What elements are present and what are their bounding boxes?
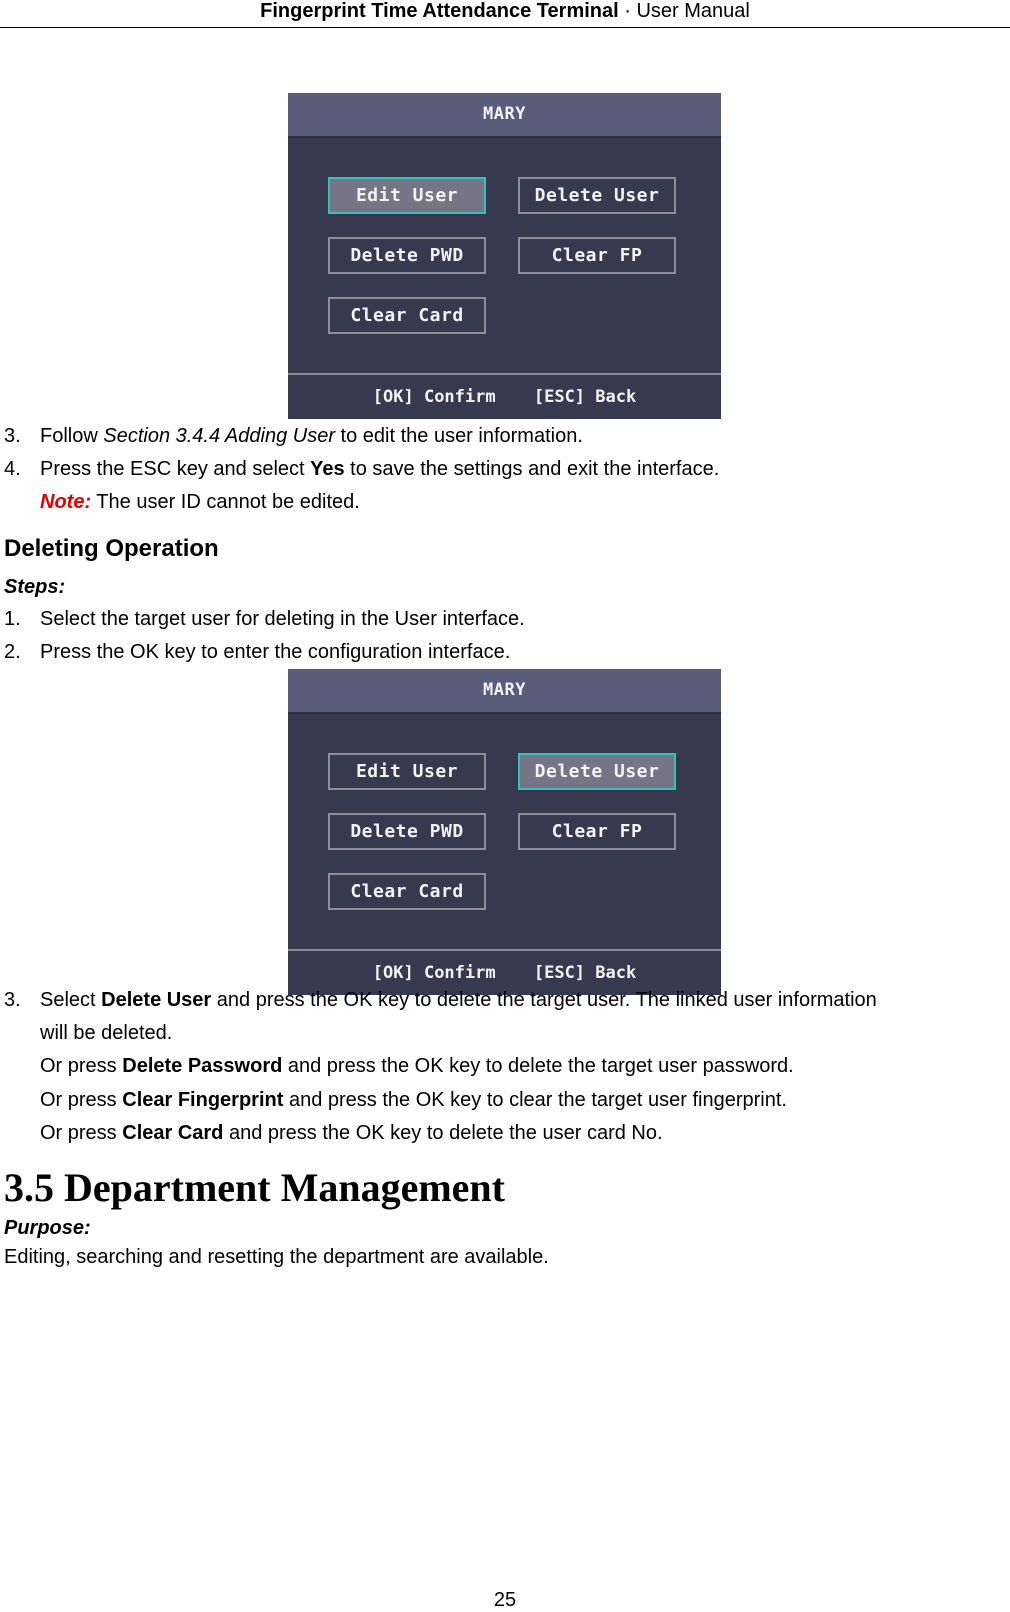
header-separator: · — [624, 0, 631, 22]
step-number: 1. — [4, 608, 21, 630]
device-screen-edit: MARY Edit User Delete User Delete PWD Cl… — [288, 93, 721, 419]
or-option: Or press Clear Card and press the OK key… — [40, 1121, 663, 1145]
ok-confirm-hint: [OK] Confirm — [372, 963, 496, 983]
step-number: 2. — [4, 641, 21, 663]
step-text: Press the ESC key and select Yes to save… — [40, 457, 719, 481]
step-text-part: Or press — [40, 1089, 123, 1111]
edit-user-button[interactable]: Edit User — [328, 753, 486, 790]
step-text-part: and press the OK key to delete the user … — [223, 1122, 663, 1144]
step-number: 4. — [4, 458, 21, 480]
delete-user-button[interactable]: Delete User — [518, 177, 676, 214]
note-label: Note: — [40, 491, 92, 513]
header-title-bold: Fingerprint Time Attendance Terminal — [260, 0, 619, 22]
step-text-part: to save the settings and exit the interf… — [344, 458, 720, 480]
clear-card-button[interactable]: Clear Card — [328, 297, 486, 334]
header-title-regular: User Manual — [636, 0, 750, 22]
screen-title: MARY — [288, 669, 721, 714]
delete-pwd-button[interactable]: Delete PWD — [328, 813, 486, 850]
step-text-part: Select — [40, 989, 102, 1011]
screen-footer: [OK] Confirm [ESC] Back — [288, 373, 721, 421]
or-option: Or press Clear Fingerprint and press the… — [40, 1088, 787, 1112]
or-option: Or press Delete Password and press the O… — [40, 1054, 794, 1078]
delete-pwd-button[interactable]: Delete PWD — [328, 237, 486, 274]
step-text: Select the target user for deleting in t… — [40, 608, 525, 630]
step-text-part: Or press — [40, 1055, 123, 1077]
step-text-part: Or press — [40, 1122, 123, 1144]
step-text-bold: Clear Fingerprint — [122, 1089, 284, 1111]
step-text-part: and press the OK key to delete the targe… — [282, 1055, 794, 1077]
step-text-part: to edit the user information. — [334, 425, 583, 447]
step-text: Follow Section 3.4.4 Adding User to edit… — [40, 424, 583, 448]
step-text-part: and press the OK key to delete the targe… — [211, 989, 877, 1011]
clear-fp-button[interactable]: Clear FP — [518, 237, 676, 274]
esc-back-hint: [ESC] Back — [533, 387, 637, 407]
section-title: 3.5 Department Management — [4, 1165, 505, 1210]
device-screen-delete: MARY Edit User Delete User Delete PWD Cl… — [288, 669, 721, 995]
section-reference: Section 3.4.4 Adding User — [103, 425, 335, 447]
step-text-part: and press the OK key to clear the target… — [283, 1089, 787, 1111]
step-text-bold: Delete Password — [122, 1055, 283, 1077]
clear-card-button[interactable]: Clear Card — [328, 873, 486, 910]
step-text-bold: Delete User — [101, 989, 212, 1011]
page-header: Fingerprint Time Attendance Terminal · U… — [0, 0, 1010, 28]
step-number: 3. — [4, 425, 21, 447]
delete-user-button[interactable]: Delete User — [518, 753, 676, 790]
screen-title: MARY — [288, 93, 721, 138]
step-text-bold: Clear Card — [122, 1122, 224, 1144]
deleting-heading: Deleting Operation — [4, 535, 219, 562]
step-text-bold: Yes — [310, 458, 345, 480]
step-text-part: Press the ESC key and select — [40, 458, 311, 480]
step-number: 3. — [4, 989, 21, 1011]
purpose-label: Purpose: — [4, 1217, 91, 1239]
note: Note: The user ID cannot be edited. — [40, 490, 360, 514]
step-text: Press the OK key to enter the configurat… — [40, 641, 511, 663]
step-text: Select Delete User and press the OK key … — [40, 988, 877, 1012]
step-text-part: Follow — [40, 425, 104, 447]
clear-fp-button[interactable]: Clear FP — [518, 813, 676, 850]
step-text-continued: will be deleted. — [40, 1022, 173, 1044]
page-number: 25 — [493, 1589, 517, 1611]
purpose-text: Editing, searching and resetting the dep… — [4, 1246, 549, 1268]
ok-confirm-hint: [OK] Confirm — [372, 387, 496, 407]
note-text: The user ID cannot be edited. — [91, 491, 360, 513]
steps-label: Steps: — [4, 576, 66, 598]
edit-user-button[interactable]: Edit User — [328, 177, 486, 214]
esc-back-hint: [ESC] Back — [533, 963, 637, 983]
